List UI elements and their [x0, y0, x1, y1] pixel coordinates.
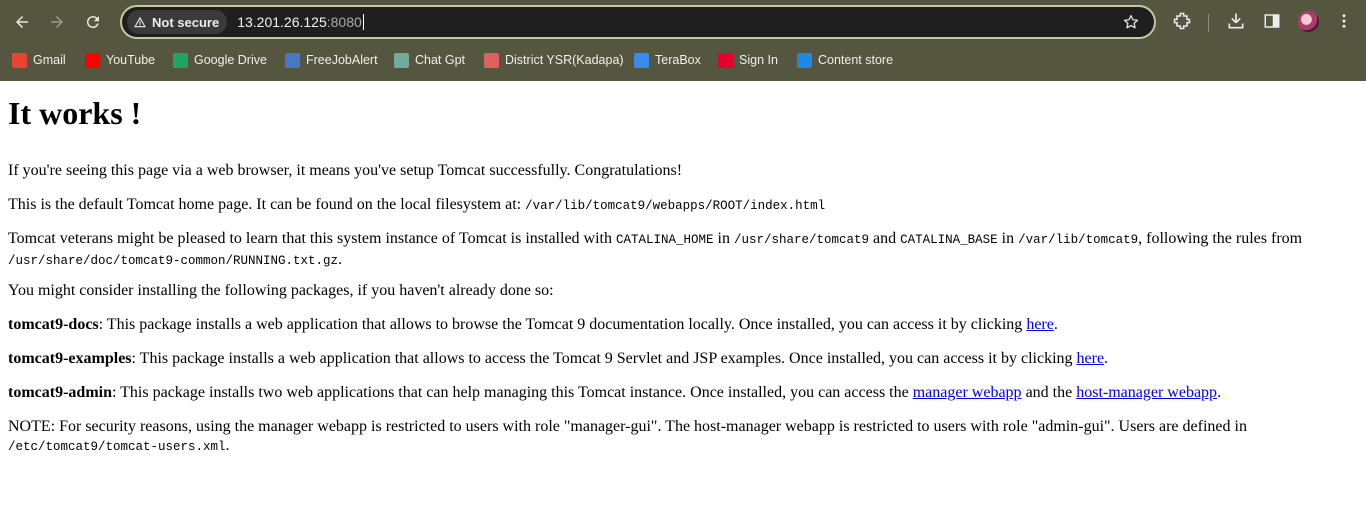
security-label: Not secure	[152, 14, 220, 30]
back-arrow-icon	[16, 16, 28, 28]
url-text[interactable]: 13.201.26.125:8080	[237, 14, 364, 30]
manager-webapp-link[interactable]: manager webapp	[913, 384, 1022, 401]
bookmark-label: Google Drive	[194, 53, 267, 67]
download-icon[interactable]	[1225, 10, 1247, 32]
url-port: :8080	[326, 14, 362, 30]
bookmark-sign-in[interactable]: Sign In	[718, 49, 778, 71]
admin-package-paragraph: tomcat9-admin: This package installs two…	[8, 383, 1306, 402]
bookmark-label: YouTube	[106, 53, 156, 67]
gmail-icon	[12, 52, 27, 68]
forward-button[interactable]	[40, 5, 74, 39]
bookmark-google-drive[interactable]: Google Drive	[173, 49, 267, 71]
text-caret	[362, 14, 364, 30]
browser-chrome: Not secure 13.201.26.125:8080 Gmail YouT…	[0, 0, 1366, 81]
file-path: /usr/share/tomcat9	[733, 233, 869, 247]
youtube-icon	[85, 52, 100, 68]
examples-here-link[interactable]: here	[1077, 350, 1105, 367]
profile-avatar[interactable]	[1298, 11, 1319, 32]
menu-kebab-icon[interactable]	[1333, 10, 1355, 32]
sign-in-icon	[718, 52, 733, 68]
security-note: NOTE: For security reasons, using the ma…	[8, 417, 1306, 457]
chatgpt-icon	[394, 52, 409, 68]
package-name: tomcat9-docs	[8, 316, 99, 333]
punctuation: .	[1053, 316, 1058, 333]
bookmark-label: TeraBox	[655, 53, 701, 67]
packages-intro: You might consider installing the follow…	[8, 282, 554, 299]
warning-triangle-icon	[134, 16, 146, 28]
address-bar[interactable]: Not secure 13.201.26.125:8080	[120, 5, 1156, 39]
file-path: /var/lib/tomcat9	[1018, 233, 1139, 247]
bookmark-label: FreeJobAlert	[306, 53, 378, 67]
paragraph-text: Tomcat veterans might be pleased to lear…	[8, 230, 612, 247]
paragraph-text: This is the default Tomcat home page. It…	[8, 196, 522, 213]
bookmark-label: Chat Gpt	[415, 53, 466, 67]
bookmark-freejobalert[interactable]: FreeJobAlert	[285, 49, 378, 71]
reload-button[interactable]	[76, 5, 110, 39]
paragraph-text: in	[717, 230, 730, 247]
package-name: tomcat9-admin	[8, 384, 112, 401]
bookmark-chat-gpt[interactable]: Chat Gpt	[394, 49, 465, 71]
toolbar-divider	[1208, 14, 1209, 32]
bookmark-label: District YSR(Kadapa)	[505, 53, 624, 67]
paragraph-text: NOTE: For security reasons, using the ma…	[8, 418, 1247, 435]
env-var: CATALINA_BASE	[900, 233, 998, 247]
file-path: /usr/share/doc/tomcat9-common/RUNNING.tx…	[8, 254, 339, 268]
freejobalert-icon	[285, 52, 300, 68]
package-name: tomcat9-examples	[8, 350, 132, 367]
paragraph-text: in	[1001, 230, 1015, 247]
bookmark-youtube[interactable]: YouTube	[85, 49, 155, 71]
bookmark-label: Gmail	[33, 53, 66, 67]
bookmark-label: Sign In	[739, 53, 778, 67]
veterans-paragraph: Tomcat veterans might be pleased to lear…	[8, 229, 1306, 271]
url-host: 13.201.26.125	[237, 14, 327, 30]
bookmark-star-icon[interactable]	[1122, 13, 1140, 31]
docs-package-paragraph: tomcat9-docs: This package installs a we…	[8, 315, 1306, 334]
extensions-icon[interactable]	[1171, 10, 1193, 32]
punctuation: .	[338, 251, 343, 268]
env-var: CATALINA_HOME	[615, 233, 714, 247]
bookmark-label: Content store	[818, 53, 894, 67]
file-path: /etc/tomcat9/tomcat-users.xml	[8, 440, 226, 454]
district-icon	[484, 52, 499, 68]
default-page-paragraph: This is the default Tomcat home page. It…	[8, 195, 1306, 216]
host-manager-webapp-link[interactable]: host-manager webapp	[1076, 384, 1217, 401]
reload-icon	[86, 16, 99, 29]
examples-package-paragraph: tomcat9-examples: This package installs …	[8, 349, 1306, 368]
bookmark-content-store[interactable]: Content store	[797, 49, 893, 71]
paragraph-text: : This package installs two web applicat…	[111, 384, 909, 401]
page-heading: It works !	[8, 95, 142, 131]
bookmark-district-ysr[interactable]: District YSR(Kadapa)	[484, 49, 624, 71]
intro-paragraph: If you're seeing this page via a web bro…	[8, 162, 683, 179]
file-path: /var/lib/tomcat9/webapps/ROOT/index.html	[525, 199, 826, 213]
bookmark-terabox[interactable]: TeraBox	[634, 49, 701, 71]
punctuation: .	[1217, 384, 1222, 401]
forward-arrow-icon	[51, 16, 63, 28]
paragraph-text: , following the rules from	[1138, 230, 1303, 247]
paragraph-text: and	[873, 230, 897, 247]
punctuation: .	[225, 437, 230, 454]
content-store-icon	[797, 52, 812, 68]
security-indicator[interactable]: Not secure	[127, 10, 228, 34]
docs-here-link[interactable]: here	[1026, 316, 1054, 333]
back-button[interactable]	[5, 5, 39, 39]
side-panel-icon[interactable]	[1261, 10, 1283, 32]
terabox-icon	[634, 52, 649, 68]
bookmark-gmail[interactable]: Gmail	[12, 49, 66, 71]
paragraph-text: and the	[1025, 384, 1073, 401]
google-drive-icon	[173, 52, 188, 68]
punctuation: .	[1104, 350, 1109, 367]
paragraph-text: : This package installs a web applicatio…	[131, 350, 1073, 367]
paragraph-text: : This package installs a web applicatio…	[98, 316, 1023, 333]
